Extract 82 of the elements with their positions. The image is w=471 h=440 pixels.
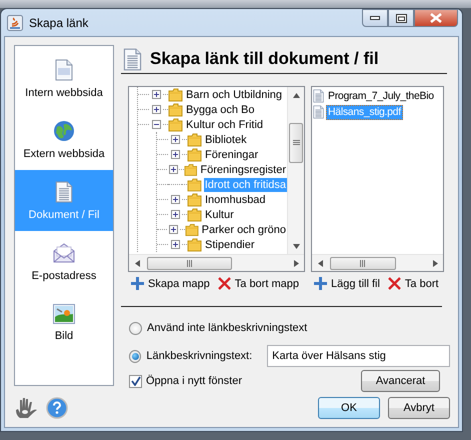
scroll-right-icon[interactable]: [294, 260, 298, 266]
sidebar-item[interactable]: Intern webbsida: [15, 48, 113, 109]
vertical-scrollbar[interactable]: [287, 87, 304, 254]
file-item[interactable]: Program_7_July_theBio: [326, 88, 436, 104]
grip-icon: [186, 260, 192, 266]
folder-icon: [186, 178, 202, 192]
ok-button[interactable]: OK: [318, 397, 380, 419]
tree-item[interactable]: Kultur och Fritid: [185, 118, 264, 132]
globe-icon: [53, 120, 75, 142]
expand-icon[interactable]: [152, 105, 160, 114]
image-icon: [53, 304, 75, 324]
folder-icon: [187, 132, 202, 146]
grip-icon: [292, 140, 300, 146]
tree-item[interactable]: Föreningsregister: [199, 162, 287, 176]
scroll-down-icon[interactable]: [292, 244, 300, 248]
window-title: Skapa länk: [29, 16, 90, 30]
scroll-left-icon[interactable]: [318, 260, 322, 266]
folder-icon: [168, 118, 183, 132]
folder-icon: [187, 192, 202, 206]
tree-item[interactable]: Bygga och Bo: [185, 102, 256, 116]
maximize-button[interactable]: [388, 9, 414, 27]
folder-icon: [187, 148, 202, 162]
envelope-icon: [53, 242, 75, 264]
delete-folder-button[interactable]: Ta bort mapp: [218, 275, 299, 292]
tree-item[interactable]: Inomhusbad: [204, 192, 267, 206]
document-icon: [55, 180, 73, 202]
folder-icon: [184, 162, 198, 176]
radio-label: Använd inte länkbeskrivningstext: [147, 322, 308, 334]
folder-icon: [168, 102, 183, 116]
maximize-icon: [396, 14, 406, 22]
sidebar-item[interactable]: E-postadress: [15, 231, 113, 292]
add-file-button[interactable]: Lägg till fil: [314, 275, 380, 292]
folder-icon: [187, 208, 202, 222]
scroll-left-icon[interactable]: [134, 260, 140, 266]
checkbox[interactable]: [129, 374, 142, 388]
sidebar-item[interactable]: Bild: [15, 292, 113, 353]
folder-icon: [187, 238, 202, 252]
scroll-right-icon[interactable]: [432, 260, 438, 266]
tree-item[interactable]: Bibliotek: [204, 132, 248, 146]
expand-icon[interactable]: [170, 240, 180, 249]
tree-item[interactable]: Stipendier: [204, 238, 256, 252]
radio-button[interactable]: [129, 322, 142, 334]
tree-item[interactable]: Parker och gröno: [200, 222, 287, 236]
expand-icon[interactable]: [170, 135, 180, 144]
dialog-heading: Skapa länk till dokument / fil: [150, 49, 379, 69]
radio-label: Länkbeskrivningstext:: [146, 350, 252, 362]
collapse-icon[interactable]: [152, 120, 160, 129]
help-icon[interactable]: [46, 397, 68, 419]
plus-icon: [131, 277, 144, 290]
tree-item[interactable]: Barn och Utbildning: [185, 88, 284, 102]
expand-icon[interactable]: [170, 150, 180, 159]
sidebar-item[interactable]: Extern webbsida: [15, 109, 113, 170]
radio-button[interactable]: [129, 350, 142, 362]
close-button[interactable]: [414, 9, 458, 27]
remove-file-button[interactable]: Ta bort: [388, 275, 439, 292]
expand-icon[interactable]: [170, 210, 180, 219]
checkbox-label: Öppna i nytt fönster: [146, 375, 242, 387]
create-folder-button[interactable]: Skapa mapp: [131, 275, 210, 292]
close-icon: [430, 13, 442, 23]
expand-icon[interactable]: [169, 225, 178, 234]
cancel-button[interactable]: Avbryt: [388, 397, 450, 419]
folder-icon: [184, 222, 199, 236]
expand-icon[interactable]: [170, 195, 180, 204]
minimize-button[interactable]: [362, 9, 388, 27]
advanced-button[interactable]: Avancerat: [361, 370, 440, 392]
page-icon: [55, 58, 73, 80]
document-icon: [123, 48, 142, 70]
expand-icon[interactable]: [152, 90, 160, 99]
tree-item[interactable]: Föreningar: [204, 148, 260, 162]
horizontal-scrollbar[interactable]: [129, 254, 304, 271]
app-icon: [7, 14, 23, 30]
link-text-field[interactable]: Karta över Hälsans stig: [267, 345, 450, 367]
delete-icon: [388, 277, 401, 290]
plus-icon: [314, 277, 327, 290]
horizontal-scrollbar[interactable]: [312, 254, 443, 271]
tree-item[interactable]: Kultur: [204, 208, 235, 222]
grip-icon: [360, 260, 366, 266]
delete-icon: [218, 277, 231, 290]
minimize-icon: [370, 16, 380, 20]
expand-icon[interactable]: [168, 165, 178, 174]
folder-icon: [168, 88, 183, 102]
scroll-up-icon[interactable]: [292, 92, 300, 98]
